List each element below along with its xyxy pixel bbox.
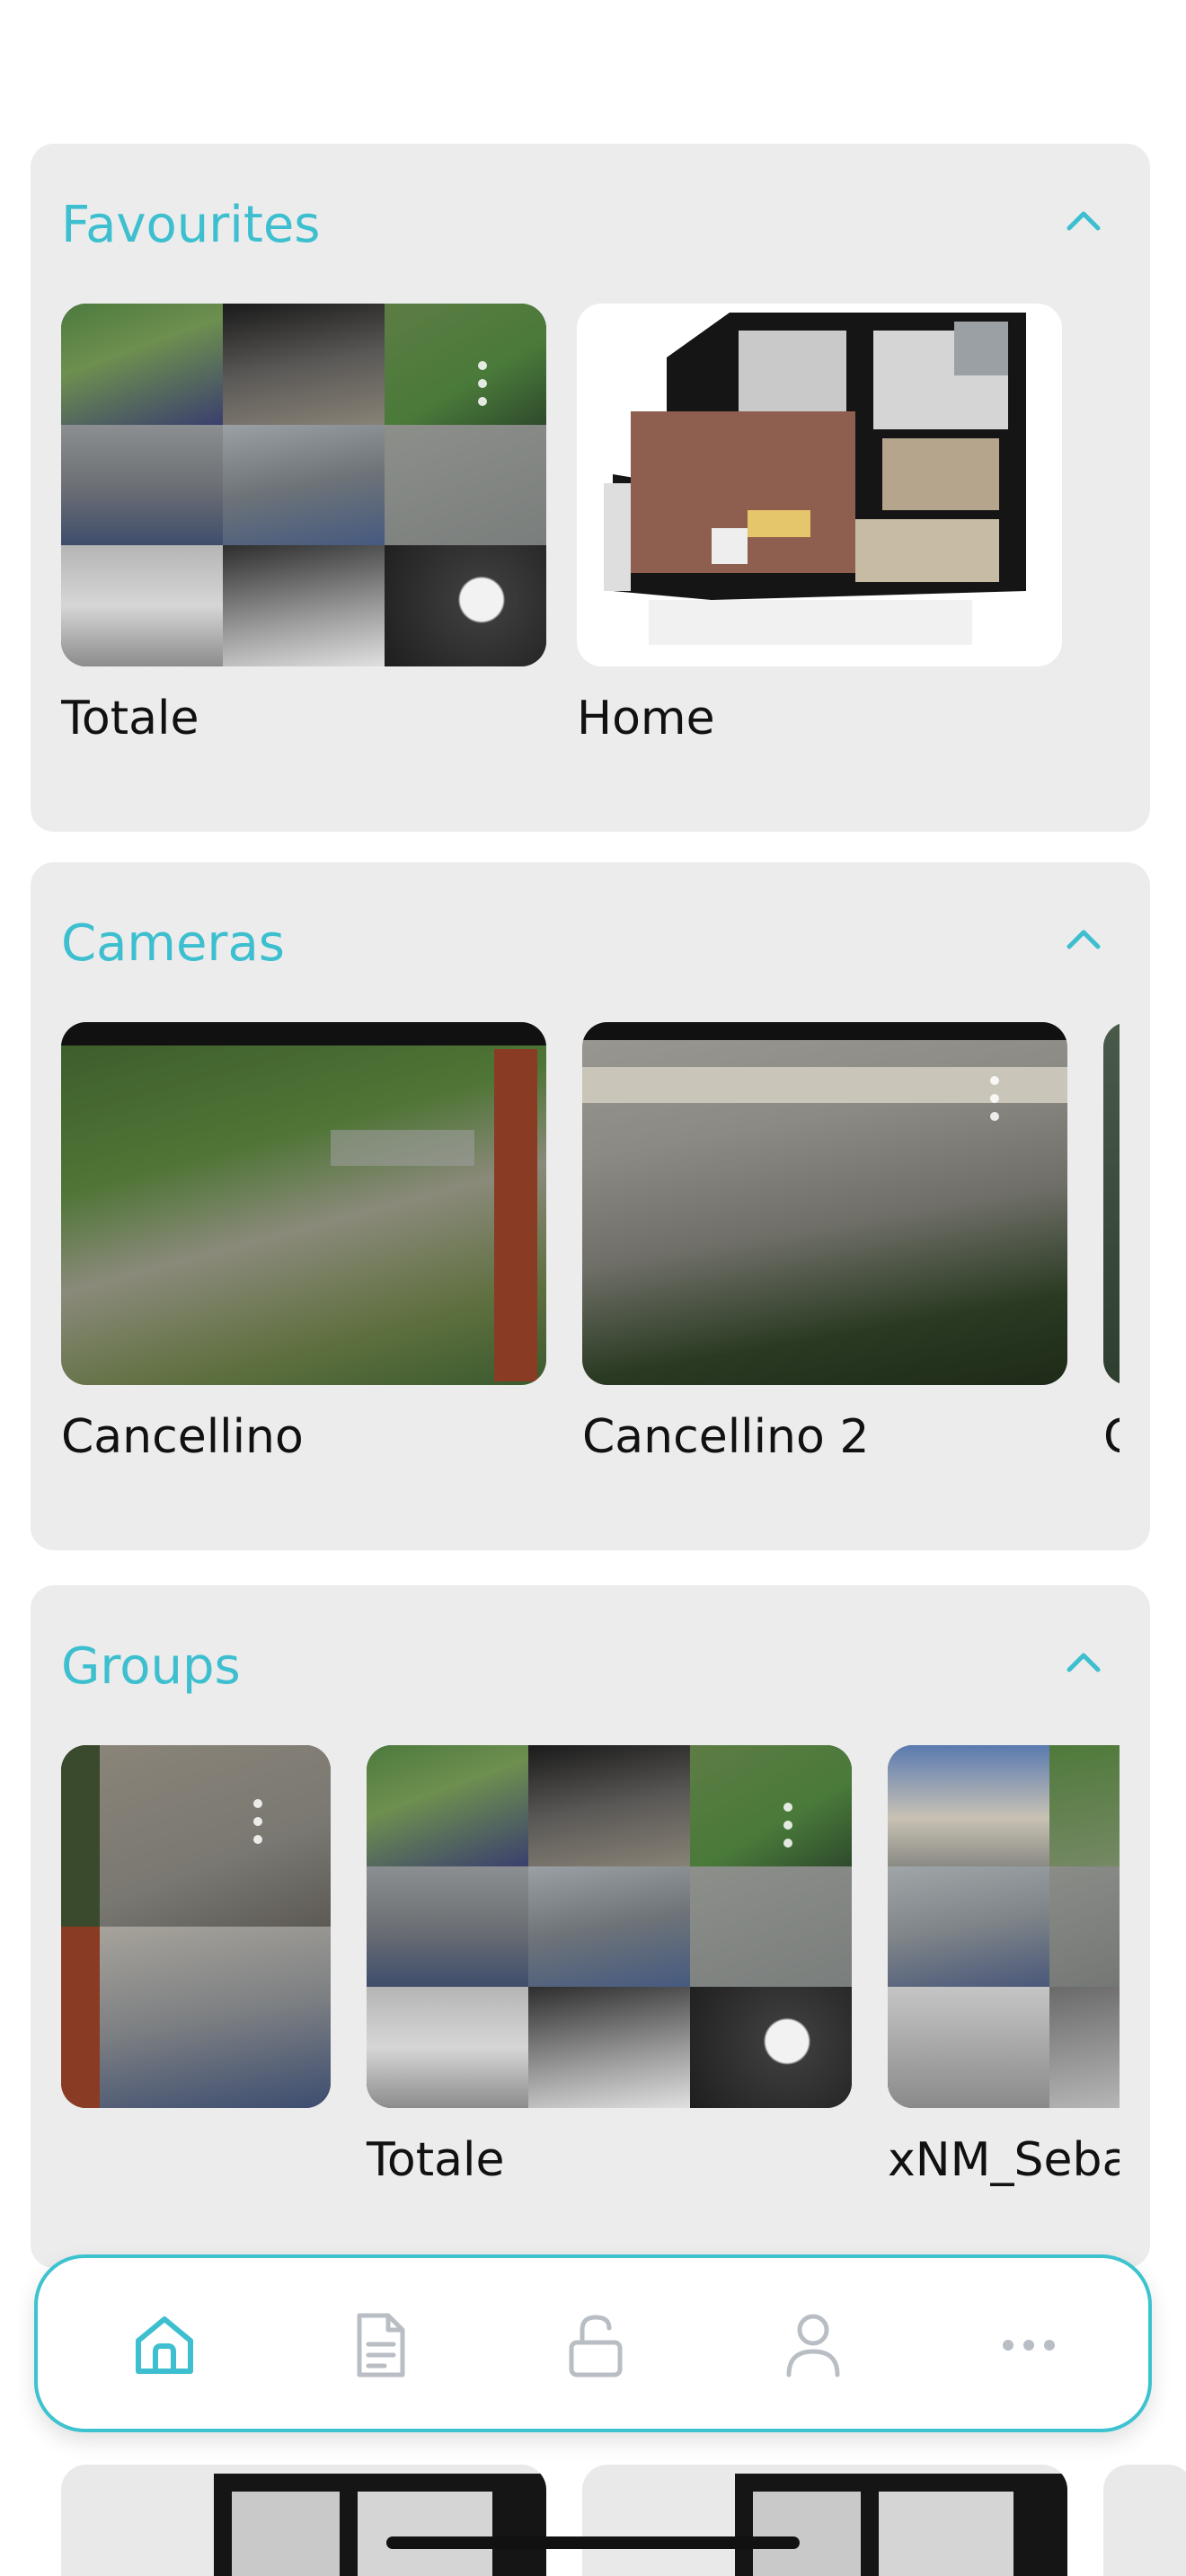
group-label: xNM_Seba (888, 2133, 1120, 2187)
group-thumbnail (367, 1745, 852, 2108)
camera-label: Cancellino 2 (582, 1410, 870, 1464)
more-vertical-icon[interactable] (478, 361, 489, 415)
tab-access[interactable] (555, 2305, 636, 2386)
tab-profile[interactable] (773, 2305, 854, 2386)
card-peek[interactable] (1103, 2465, 1186, 2576)
floorplan-card-peek[interactable] (582, 2465, 1067, 2576)
camera-label: Cancellino (61, 1410, 304, 1464)
document-icon (357, 2313, 405, 2378)
user-icon (786, 2314, 840, 2378)
more-vertical-icon[interactable] (990, 1076, 1001, 1130)
camera-thumbnail (61, 1022, 546, 1385)
app-screen: Favourites Totale Home Cameras Cancellin… (0, 0, 1186, 2576)
bottom-tab-bar (34, 2254, 1152, 2432)
tab-home[interactable] (124, 2305, 205, 2386)
group-label: Totale (367, 2133, 505, 2187)
favourites-list: Totale Home (61, 304, 1120, 807)
chevron-up-icon[interactable] (1064, 207, 1103, 234)
cameras-list: Cancellino Cancellino 2 C (61, 1022, 1120, 1525)
more-vertical-icon[interactable] (783, 1803, 794, 1857)
favourite-label: Home (577, 692, 715, 745)
cameras-title: Cameras (61, 914, 285, 973)
favourites-title: Favourites (61, 196, 321, 254)
cameras-section: Cameras Cancellino Cancellino 2 (31, 862, 1150, 1550)
chevron-up-icon[interactable] (1064, 1648, 1103, 1675)
groups-title: Groups (61, 1637, 241, 1696)
favourite-label: Totale (61, 692, 199, 745)
floorplan-image (577, 304, 1062, 666)
camera-thumbnail (1103, 1022, 1120, 1385)
home-icon (136, 2316, 193, 2374)
lock-open-icon (569, 2315, 623, 2378)
camera-label: C (1103, 1410, 1120, 1464)
home-indicator (386, 2536, 800, 2549)
groups-section: Groups Totale xNM_Seba (31, 1585, 1150, 2268)
more-vertical-icon[interactable] (253, 1799, 264, 1853)
tab-more[interactable] (988, 2305, 1069, 2386)
tab-documents[interactable] (340, 2305, 420, 2386)
more-icon (1003, 2340, 1055, 2351)
multiview-thumbnail (61, 304, 546, 666)
favourites-section: Favourites Totale Home (31, 144, 1150, 832)
camera-thumbnail (582, 1022, 1067, 1385)
group-thumbnail (888, 1745, 1120, 2108)
group-thumbnail (61, 1745, 331, 2108)
chevron-up-icon[interactable] (1064, 925, 1103, 952)
floorplan-thumbnail (577, 304, 1062, 666)
floorplan-card-peek[interactable] (61, 2465, 546, 2576)
groups-list: Totale xNM_Seba (61, 1745, 1120, 2248)
